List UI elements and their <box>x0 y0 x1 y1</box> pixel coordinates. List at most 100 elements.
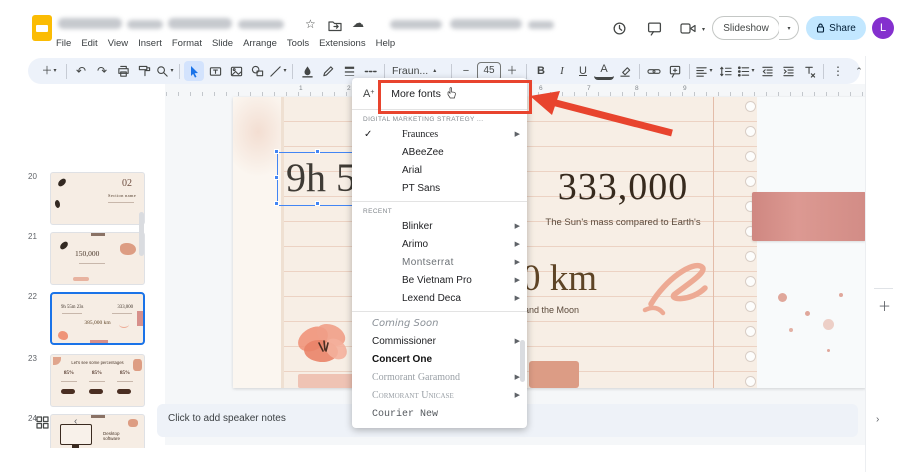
move-folder-icon[interactable] <box>328 20 342 32</box>
paint-format-button[interactable] <box>134 61 154 81</box>
star-icon[interactable]: ☆ <box>305 17 316 31</box>
fill-color-button[interactable] <box>297 61 317 81</box>
font-item-commissioner[interactable]: Commissioner ▶ <box>352 333 527 351</box>
font-item-fraunces[interactable]: ✓ Fraunces ▶ <box>352 126 527 144</box>
menu-slide[interactable]: Slide <box>212 36 233 51</box>
text-box-button[interactable] <box>205 61 225 81</box>
selection-handle[interactable] <box>274 175 279 180</box>
border-color-button[interactable] <box>318 61 338 81</box>
font-item-arial[interactable]: Arial <box>352 162 527 180</box>
paint-splatter <box>827 349 830 352</box>
insert-image-button[interactable] <box>226 61 246 81</box>
status-text-redacted <box>528 21 554 29</box>
menu-edit[interactable]: Edit <box>81 36 97 51</box>
slide-thumbnail-23[interactable]: Let's see some percentages 85% 85% 85% <box>50 354 145 407</box>
font-item-courier-new[interactable]: Courier New <box>352 405 527 423</box>
submenu-arrow-icon: ▶ <box>514 392 520 399</box>
stat-mass-text[interactable]: 333,000 <box>533 165 713 209</box>
print-button[interactable] <box>113 61 133 81</box>
selection-handle[interactable] <box>315 149 320 154</box>
slide-thumbnail-21[interactable]: 150,000 <box>50 232 145 285</box>
menu-view[interactable]: View <box>108 36 128 51</box>
share-button[interactable]: Share <box>806 16 866 40</box>
increase-indent-button[interactable] <box>778 61 798 81</box>
font-item-pt-sans[interactable]: PT Sans <box>352 180 527 198</box>
font-item-cormorant-garamond[interactable]: Cormorant Garamond ▶ <box>352 369 527 387</box>
menu-tools[interactable]: Tools <box>287 36 309 51</box>
slideshow-button[interactable]: Slideshow <box>712 16 780 40</box>
grid-view-icon[interactable] <box>36 416 49 429</box>
slides-logo-inner <box>36 25 48 32</box>
more-options-icon[interactable]: ⋮ <box>828 61 848 81</box>
decor-line <box>117 381 133 382</box>
side-panel: 31 ＋ › <box>865 56 900 472</box>
decrease-indent-button[interactable] <box>757 61 777 81</box>
zoom-dropdown-icon: ▾ <box>170 68 174 74</box>
meet-dropdown-icon[interactable]: ▾ <box>702 26 705 33</box>
selection-handle[interactable] <box>315 201 320 206</box>
insert-link-button[interactable] <box>644 61 664 81</box>
menu-insert[interactable]: Insert <box>138 36 162 51</box>
redo-button[interactable]: ↷ <box>92 61 112 81</box>
filmstrip-scrollbar[interactable] <box>139 212 144 256</box>
speaker-notes-placeholder: Click to add speaker notes <box>168 413 286 424</box>
select-tool-button[interactable] <box>184 61 204 81</box>
bold-button[interactable]: B <box>531 61 551 81</box>
decor-line <box>108 202 134 203</box>
expand-side-panel-icon[interactable]: › <box>876 414 879 425</box>
italic-button[interactable]: I <box>552 61 572 81</box>
font-item-montserrat[interactable]: Montserrat ▶ <box>352 254 527 272</box>
stat-distance-caption[interactable]: and the Moon <box>524 305 579 315</box>
font-item-blinker[interactable]: Blinker ▶ <box>352 218 527 236</box>
highlight-color-button[interactable] <box>615 61 635 81</box>
paper-right-strip <box>757 97 866 388</box>
font-item-cormorant-unicase[interactable]: Cormorant Unicase ▶ <box>352 387 527 405</box>
menu-arrange[interactable]: Arrange <box>243 36 277 51</box>
new-slide-button[interactable]: ＋ ▾ <box>36 61 62 81</box>
line-spacing-button[interactable] <box>715 61 735 81</box>
menu-extensions[interactable]: Extensions <box>319 36 365 51</box>
slideshow-dropdown-button[interactable]: ▾ <box>779 16 799 40</box>
stat-distance-text[interactable]: 0 km <box>522 257 597 300</box>
menu-scrollbar[interactable] <box>520 340 525 382</box>
zoom-button[interactable]: ▾ <box>155 61 175 81</box>
menu-file[interactable]: File <box>56 36 71 51</box>
cloud-status-icon[interactable]: ☁ <box>352 16 364 30</box>
font-size-value: 45 <box>483 65 495 76</box>
insert-shape-button[interactable] <box>247 61 267 81</box>
avatar[interactable]: L <box>872 17 894 39</box>
squiggle-doodle <box>642 262 708 316</box>
font-item-abeezee[interactable]: ABeeZee <box>352 144 527 162</box>
font-item-be-vietnam-pro[interactable]: Be Vietnam Pro ▶ <box>352 272 527 290</box>
version-history-icon[interactable] <box>612 21 627 36</box>
status-text-redacted <box>390 20 442 29</box>
undo-button[interactable]: ↶ <box>71 61 91 81</box>
document-title-redacted[interactable] <box>58 18 122 29</box>
slides-logo-icon[interactable] <box>32 15 52 41</box>
selection-handle[interactable] <box>274 149 279 154</box>
font-item-lexend-deca[interactable]: Lexend Deca ▶ <box>352 290 527 308</box>
align-button[interactable]: ▾ <box>694 61 714 81</box>
add-addon-icon[interactable]: ＋ <box>878 296 891 315</box>
text-color-button[interactable]: A <box>594 62 614 80</box>
comments-icon[interactable] <box>647 21 662 36</box>
add-comment-button[interactable] <box>665 61 685 81</box>
slide-thumbnail-24[interactable]: Desktop software <box>50 414 145 448</box>
font-item-concert-one[interactable]: Concert One <box>352 351 527 369</box>
meet-camera-icon[interactable] <box>680 22 696 35</box>
insert-line-button[interactable]: ▾ <box>268 61 288 81</box>
stat-mass-caption[interactable]: The Sun's mass compared to Earth's <box>535 217 711 228</box>
selection-handle[interactable] <box>274 201 279 206</box>
clear-formatting-button[interactable] <box>799 61 819 81</box>
font-item-arimo[interactable]: Arimo ▶ <box>352 236 527 254</box>
list-button[interactable]: ▾ <box>736 61 756 81</box>
underline-button[interactable]: U <box>573 61 593 81</box>
slide-thumbnail-22-selected[interactable]: 9h 55m 23s 333,000 385,000 km <box>50 292 145 345</box>
menu-format[interactable]: Format <box>172 36 202 51</box>
menu-help[interactable]: Help <box>376 36 396 51</box>
decor-pill <box>61 389 75 394</box>
font-item-coming-soon[interactable]: Coming Soon <box>352 315 527 333</box>
collapse-filmstrip-icon[interactable]: ‹ <box>74 416 77 427</box>
slide-thumbnail-20[interactable]: 02 Section name <box>50 172 145 225</box>
decor-line <box>89 381 105 382</box>
